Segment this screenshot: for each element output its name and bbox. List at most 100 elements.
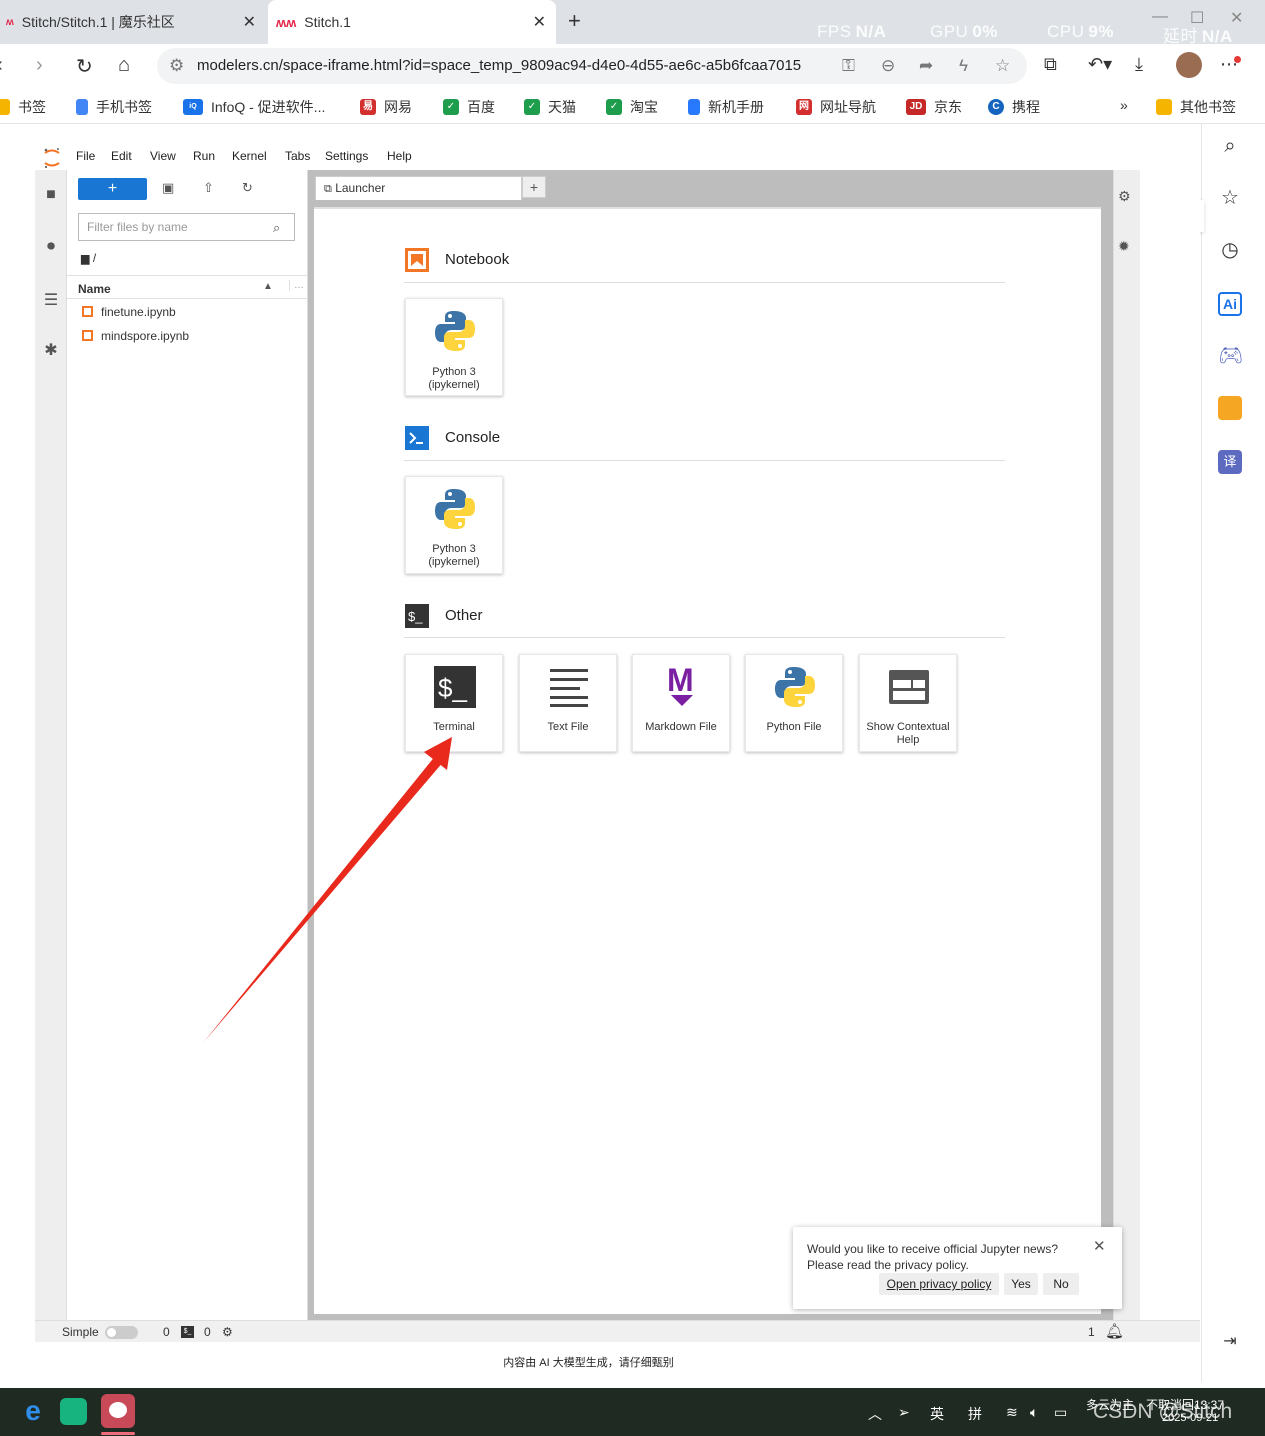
toolbox-icon[interactable] <box>1218 396 1242 420</box>
download-icon[interactable]: ⤓ <box>1135 54 1143 75</box>
undo-menu-icon[interactable]: ↶▾ <box>1088 54 1112 75</box>
upload-icon[interactable]: ⇧ <box>203 180 214 196</box>
menu-run[interactable]: Run <box>193 149 215 163</box>
launcher-card-python-file[interactable]: Python File <box>745 654 843 752</box>
collapse-panel-icon[interactable]: ⇥ <box>1218 1330 1242 1354</box>
running-icon[interactable]: ⏺ <box>41 238 61 258</box>
file-row[interactable]: mindspore.ipynb <box>67 324 308 348</box>
reload-icon[interactable]: ↻ <box>76 54 93 79</box>
launcher-card-text-file[interactable]: Text File <box>519 654 617 752</box>
simple-mode-toggle[interactable] <box>105 1326 138 1339</box>
other-bookmarks[interactable]: 其他书签 <box>1156 97 1236 117</box>
extension-icon[interactable]: ✱ <box>41 340 61 360</box>
new-launcher-button[interactable]: + <box>78 178 147 200</box>
menu-kernel[interactable]: Kernel <box>232 149 267 163</box>
launcher-card-markdown-file[interactable]: M Markdown File <box>632 654 730 752</box>
new-folder-icon[interactable]: ▣ <box>162 180 174 196</box>
browser-tab-2[interactable]: ʍʍ Stitch.1 ✕ <box>268 0 556 44</box>
launcher-card-terminal[interactable]: $_ Terminal <box>405 654 503 752</box>
bookmark-item[interactable]: 新机手册 <box>688 97 764 117</box>
home-icon[interactable]: ⌂ <box>118 54 130 77</box>
bell-icon[interactable]: 🔔︎ <box>1105 1322 1124 1340</box>
bookmarks-more-button[interactable]: » <box>1120 97 1128 113</box>
browser-tab-1[interactable]: ʍ Stitch/Stitch.1 | 魔乐社区 ✕ <box>0 0 266 44</box>
yes-button[interactable]: Yes <box>1004 1273 1038 1295</box>
battery-icon[interactable]: ▭ <box>1054 1404 1067 1421</box>
table-of-contents-icon[interactable]: ☰ <box>41 290 61 310</box>
menu-help[interactable]: Help <box>387 149 412 163</box>
kernel-count[interactable]: 0 <box>204 1325 211 1339</box>
key-icon[interactable]: ⚿ <box>842 56 855 76</box>
no-button[interactable]: No <box>1043 1273 1079 1295</box>
bookmark-item[interactable]: ✓ 百度 <box>443 97 495 117</box>
ime-mode[interactable]: 拼 <box>968 1404 982 1424</box>
launcher-card-notebook-python3[interactable]: Python 3 (ipykernel) <box>405 298 503 396</box>
breadcrumb[interactable]: ▆ / <box>81 251 96 265</box>
bookmark-item[interactable]: 网网址导航 <box>796 97 876 117</box>
launcher-card-contextual-help[interactable]: Show Contextual Help <box>859 654 957 752</box>
chevron-up-icon[interactable]: ︿ <box>868 1404 882 1424</box>
file-name[interactable]: finetune.ipynb <box>101 305 176 319</box>
new-tab-button[interactable]: + <box>568 8 581 34</box>
volume-icon[interactable]: 🔈︎ <box>1030 1404 1038 1421</box>
close-window-icon[interactable]: ✕ <box>1230 8 1243 28</box>
site-info-icon[interactable]: ⚙ <box>169 56 184 76</box>
url-text[interactable]: modelers.cn/space-iframe.html?id=space_t… <box>197 57 801 74</box>
minimize-icon[interactable]: — <box>1152 8 1168 26</box>
column-more-icon[interactable]: … <box>289 280 304 291</box>
lightning-icon[interactable]: ϟ <box>959 56 968 76</box>
debugger-icon[interactable]: ✹ <box>1118 238 1130 255</box>
close-icon[interactable]: ✕ <box>1093 1237 1106 1255</box>
bookmark-item[interactable]: ✓ 淘宝 <box>606 97 658 117</box>
bookmark-item[interactable]: iQ InfoQ - 促进软件... <box>183 97 325 117</box>
notification-count[interactable]: 1 <box>1088 1325 1095 1339</box>
launcher-card-console-python3[interactable]: Python 3 (ipykernel) <box>405 476 503 574</box>
send-icon[interactable]: ➢ <box>898 1404 910 1421</box>
ime-language[interactable]: 英 <box>930 1404 944 1424</box>
tab-launcher[interactable]: ⧉ Launcher <box>315 176 522 200</box>
bookmark-item[interactable]: ✓ 天猫 <box>524 97 576 117</box>
property-inspector-icon[interactable]: ⚙ <box>1118 188 1131 205</box>
gamepad-icon[interactable]: 🎮︎ <box>1218 344 1243 368</box>
folder-icon[interactable]: ■ <box>41 186 61 206</box>
zoom-icon[interactable]: ⊖ <box>881 56 895 76</box>
close-tab-icon[interactable]: ✕ <box>533 12 546 32</box>
avatar[interactable] <box>1176 52 1202 78</box>
menu-settings[interactable]: Settings <box>325 149 368 163</box>
wifi-icon[interactable]: ≋ <box>1006 1404 1018 1421</box>
bookmark-item[interactable]: 易网易 <box>360 97 412 117</box>
back-icon[interactable]: ‹ <box>0 54 3 77</box>
close-tab-icon[interactable]: ✕ <box>243 12 256 32</box>
file-name[interactable]: mindspore.ipynb <box>101 329 189 343</box>
add-tab-button[interactable]: + <box>522 176 546 198</box>
bookmark-item[interactable]: 书签 <box>0 97 46 117</box>
wechat-icon[interactable] <box>101 1394 135 1428</box>
app-icon[interactable] <box>60 1398 87 1425</box>
search-icon[interactable]: ⌕ <box>1218 134 1242 158</box>
column-name[interactable]: Name <box>78 282 111 296</box>
menu-view[interactable]: View <box>150 149 176 163</box>
menu-edit[interactable]: Edit <box>111 149 132 163</box>
share-icon[interactable]: ➦ <box>919 56 933 76</box>
forward-icon[interactable]: › <box>36 54 43 77</box>
ai-icon[interactable]: Ai <box>1218 292 1242 316</box>
extensions-icon[interactable]: ⧉ <box>1044 54 1057 75</box>
bookmark-item[interactable]: JD 京东 <box>906 97 962 117</box>
refresh-icon[interactable]: ↻ <box>242 180 253 196</box>
edge-ai-icon[interactable]: e <box>16 1394 50 1428</box>
translate-icon[interactable]: 译 <box>1218 450 1242 474</box>
open-privacy-policy-button[interactable]: Open privacy policy <box>879 1273 999 1295</box>
menu-file[interactable]: File <box>76 149 95 163</box>
history-icon[interactable]: ◷ <box>1218 238 1242 262</box>
star-icon[interactable]: ☆ <box>995 56 1010 76</box>
terminal-count[interactable]: 0 <box>163 1325 170 1339</box>
menu-tabs[interactable]: Tabs <box>285 149 310 163</box>
file-list-header[interactable]: Name ▲ … <box>67 275 308 299</box>
bookmark-item[interactable]: C 携程 <box>988 97 1040 117</box>
maximize-icon[interactable]: ☐ <box>1190 8 1204 28</box>
bookmark-item[interactable]: 手机书签 <box>76 97 152 117</box>
address-bar[interactable]: ⚙ modelers.cn/space-iframe.html?id=space… <box>157 48 1027 84</box>
star-icon[interactable]: ☆ <box>1218 186 1242 210</box>
file-row[interactable]: finetune.ipynb <box>67 300 308 324</box>
filter-files-input[interactable] <box>78 213 295 241</box>
